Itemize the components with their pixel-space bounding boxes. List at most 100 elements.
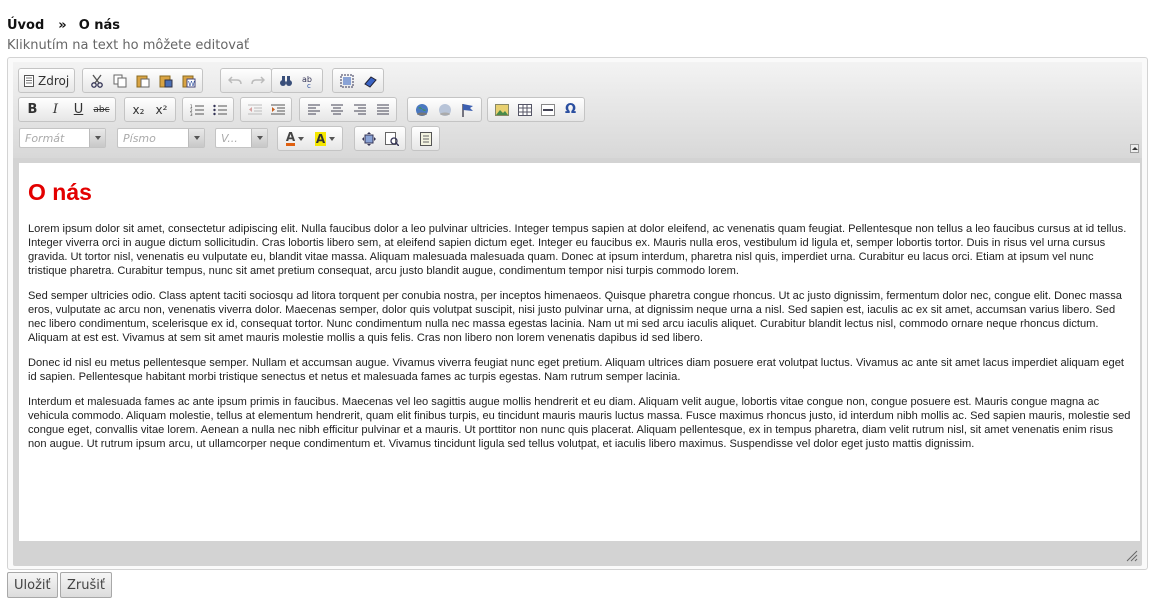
- background-color-button[interactable]: A: [310, 128, 340, 149]
- maximize-button[interactable]: [357, 128, 380, 149]
- content-heading[interactable]: O nás: [28, 179, 1132, 206]
- anchor-button[interactable]: [456, 99, 479, 120]
- horizontal-rule-button[interactable]: [536, 99, 559, 120]
- script-group: x₂ x²: [124, 97, 176, 122]
- format-select-value: Formát: [25, 131, 65, 145]
- undo-group: [220, 68, 272, 93]
- resize-handle-icon[interactable]: [1126, 550, 1138, 562]
- align-center-button[interactable]: [325, 99, 348, 120]
- image-button[interactable]: [490, 99, 513, 120]
- flag-icon: [461, 103, 473, 117]
- find-button[interactable]: [274, 70, 297, 91]
- format-select[interactable]: Formát: [19, 128, 106, 148]
- collapse-arrow-icon: [1131, 147, 1138, 150]
- scissors-icon: [90, 74, 103, 88]
- source-button[interactable]: Zdroj: [21, 70, 72, 91]
- link-group: [407, 97, 482, 122]
- content-paragraph[interactable]: Interdum et malesuada fames ac ante ipsu…: [28, 395, 1132, 451]
- select-all-button[interactable]: [335, 70, 358, 91]
- justify-icon: [376, 104, 389, 115]
- indent-icon: [270, 104, 285, 114]
- clipboard-group: W: [82, 68, 203, 93]
- numbered-list-icon: 123: [190, 104, 204, 116]
- underline-button[interactable]: U: [67, 99, 90, 120]
- highlight-color-icon: A: [314, 131, 327, 146]
- color-group: A A: [277, 126, 343, 151]
- select-all-icon: [340, 74, 353, 87]
- table-icon: [517, 103, 532, 116]
- paste-text-button[interactable]: [154, 70, 177, 91]
- redo-button[interactable]: [246, 70, 269, 91]
- outdent-button[interactable]: [243, 99, 266, 120]
- paste-text-icon: [159, 75, 172, 87]
- italic-button[interactable]: I: [44, 99, 67, 120]
- align-left-icon: [307, 104, 320, 115]
- breadcrumb-current: O nás: [78, 18, 121, 33]
- copy-button[interactable]: [108, 70, 131, 91]
- breadcrumb-separator: »: [58, 18, 67, 33]
- bulleted-list-button[interactable]: [208, 99, 231, 120]
- text-color-button[interactable]: A: [280, 128, 310, 149]
- save-button[interactable]: Uložiť: [7, 572, 58, 598]
- document-icon: [24, 74, 34, 87]
- strikethrough-button[interactable]: abc: [90, 99, 113, 120]
- paste-icon: [136, 75, 149, 87]
- link-button[interactable]: [410, 99, 433, 120]
- undo-button[interactable]: [223, 70, 246, 91]
- superscript-button[interactable]: x²: [150, 99, 173, 120]
- svg-text:c: c: [307, 82, 311, 88]
- subscript-button[interactable]: x₂: [127, 99, 150, 120]
- paste-button[interactable]: [131, 70, 154, 91]
- content-paragraph[interactable]: Donec id nisl eu metus pellentesque semp…: [28, 356, 1132, 384]
- align-group: [299, 97, 397, 122]
- editor-toolbar: Zdroj W ab c B I U abc x₂ x² 1 2 3 Ω For…: [13, 62, 1142, 158]
- eraser-icon: [363, 75, 377, 88]
- maximize-icon: [361, 131, 376, 146]
- justify-button[interactable]: [371, 99, 394, 120]
- chevron-down-icon: [251, 129, 267, 147]
- chevron-down-icon: [89, 129, 105, 147]
- content-paragraph[interactable]: Sed semper ultricies odio. Class aptent …: [28, 289, 1132, 345]
- align-right-button[interactable]: [348, 99, 371, 120]
- breadcrumb-home-link[interactable]: Úvod: [7, 18, 44, 33]
- list-group: 123: [182, 97, 234, 122]
- undo-icon: [227, 75, 242, 84]
- font-select[interactable]: Písmo: [117, 128, 205, 148]
- svg-text:3: 3: [190, 112, 193, 116]
- paste-word-button[interactable]: W: [177, 70, 200, 91]
- text-color-icon: A: [285, 130, 296, 146]
- copy-icon: [113, 74, 126, 87]
- replace-button[interactable]: ab c: [297, 70, 320, 91]
- table-button[interactable]: [513, 99, 536, 120]
- toolbar-collapse-button[interactable]: [1130, 144, 1139, 153]
- template-icon: [419, 131, 432, 146]
- insert-group: Ω: [487, 97, 585, 122]
- align-left-button[interactable]: [302, 99, 325, 120]
- indent-button[interactable]: [266, 99, 289, 120]
- edit-hint: Kliknutím na text ho môžete editovať: [7, 38, 250, 53]
- image-icon: [494, 103, 509, 116]
- cancel-button[interactable]: Zrušiť: [60, 572, 112, 598]
- unlink-icon: [438, 103, 451, 116]
- numbered-list-button[interactable]: 123: [185, 99, 208, 120]
- source-button-label: Zdroj: [38, 73, 70, 88]
- cut-button[interactable]: [85, 70, 108, 91]
- remove-format-button[interactable]: [358, 70, 381, 91]
- find-group: ab c: [271, 68, 323, 93]
- bold-button[interactable]: B: [21, 99, 44, 120]
- bulleted-list-icon: [212, 104, 227, 115]
- templates-button[interactable]: [414, 128, 437, 149]
- chevron-down-icon: [298, 136, 305, 141]
- chevron-down-icon: [329, 136, 336, 141]
- align-right-icon: [353, 104, 366, 115]
- font-select-value: Písmo: [123, 131, 156, 145]
- size-select-value: V...: [221, 131, 238, 145]
- content-paragraph[interactable]: Lorem ipsum dolor sit amet, consectetur …: [28, 222, 1132, 278]
- unlink-button[interactable]: [433, 99, 456, 120]
- show-blocks-button[interactable]: [380, 128, 403, 149]
- size-select[interactable]: V...: [215, 128, 268, 148]
- editor-content[interactable]: O nás Lorem ipsum dolor sit amet, consec…: [19, 163, 1140, 541]
- source-group: Zdroj: [18, 68, 76, 93]
- special-char-button[interactable]: Ω: [559, 99, 582, 120]
- svg-text:W: W: [188, 80, 195, 88]
